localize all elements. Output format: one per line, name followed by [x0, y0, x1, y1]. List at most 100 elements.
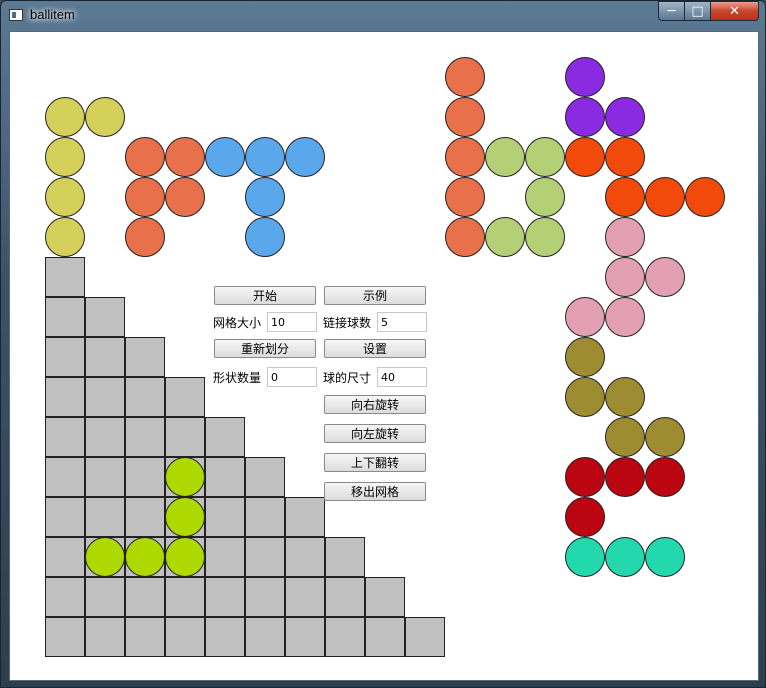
grid-cell[interactable]: [45, 497, 85, 537]
olive-piece-ball[interactable]: [605, 377, 645, 417]
grid-cell[interactable]: [125, 577, 165, 617]
grid-cell[interactable]: [125, 497, 165, 537]
dark-red-piece-ball[interactable]: [565, 497, 605, 537]
light-green-piece-ball[interactable]: [485, 217, 525, 257]
grid-cell[interactable]: [245, 457, 285, 497]
grid-cell[interactable]: [45, 417, 85, 457]
blue-piece-ball[interactable]: [245, 177, 285, 217]
minimize-button[interactable]: ─: [658, 1, 685, 21]
grid-cell[interactable]: [85, 377, 125, 417]
orange-left-piece-ball[interactable]: [165, 137, 205, 177]
olive-piece-ball[interactable]: [565, 377, 605, 417]
repartition-button[interactable]: 重新划分: [214, 339, 316, 358]
grid-cell[interactable]: [365, 577, 405, 617]
example-button[interactable]: 示例: [324, 286, 426, 305]
grid-cell[interactable]: [85, 577, 125, 617]
grid-cell[interactable]: [45, 257, 85, 297]
grid-cell[interactable]: [165, 417, 205, 457]
shape-count-input[interactable]: [267, 367, 317, 387]
grid-cell[interactable]: [285, 497, 325, 537]
settings-button[interactable]: 设置: [324, 339, 426, 358]
grid-cell[interactable]: [285, 537, 325, 577]
olive-piece-ball[interactable]: [645, 417, 685, 457]
pink-piece-ball[interactable]: [605, 217, 645, 257]
maximize-button[interactable]: □: [684, 1, 711, 21]
grid-cell[interactable]: [125, 417, 165, 457]
pink-piece-ball[interactable]: [605, 257, 645, 297]
orange-left-piece-ball[interactable]: [125, 217, 165, 257]
olive-piece-ball[interactable]: [605, 417, 645, 457]
grid-cell[interactable]: [205, 457, 245, 497]
light-green-piece-ball[interactable]: [525, 217, 565, 257]
blue-piece-ball[interactable]: [205, 137, 245, 177]
lime-piece-in-grid-ball[interactable]: [165, 537, 205, 577]
grid-cell[interactable]: [365, 617, 405, 657]
grid-cell[interactable]: [125, 457, 165, 497]
purple-piece-ball[interactable]: [605, 97, 645, 137]
orange-right-piece-ball[interactable]: [445, 57, 485, 97]
flip-vertical-button[interactable]: 上下翻转: [324, 453, 426, 472]
close-button[interactable]: ✕: [710, 1, 759, 21]
grid-cell[interactable]: [85, 457, 125, 497]
blue-piece-ball[interactable]: [285, 137, 325, 177]
red-orange-piece-ball[interactable]: [645, 177, 685, 217]
grid-cell[interactable]: [205, 537, 245, 577]
light-green-piece-ball[interactable]: [525, 177, 565, 217]
yellow-piece-ball[interactable]: [45, 217, 85, 257]
orange-left-piece-ball[interactable]: [165, 177, 205, 217]
canvas-area[interactable]: 开始 示例 网格大小 链接球数 重新划分 设置 形状数量 球的尺寸 向右旋转 向…: [9, 31, 759, 681]
orange-right-piece-ball[interactable]: [445, 137, 485, 177]
link-count-input[interactable]: [377, 312, 427, 332]
blue-piece-ball[interactable]: [245, 217, 285, 257]
orange-left-piece-ball[interactable]: [125, 177, 165, 217]
start-button[interactable]: 开始: [214, 286, 316, 305]
light-green-piece-ball[interactable]: [525, 137, 565, 177]
grid-cell[interactable]: [285, 577, 325, 617]
grid-cell[interactable]: [125, 617, 165, 657]
grid-cell[interactable]: [245, 537, 285, 577]
grid-cell[interactable]: [45, 377, 85, 417]
rotate-right-button[interactable]: 向右旋转: [324, 395, 426, 414]
ball-size-input[interactable]: [377, 367, 427, 387]
grid-cell[interactable]: [45, 297, 85, 337]
remove-from-grid-button[interactable]: 移出网格: [324, 482, 426, 501]
pink-piece-ball[interactable]: [645, 257, 685, 297]
grid-cell[interactable]: [85, 417, 125, 457]
orange-right-piece-ball[interactable]: [445, 177, 485, 217]
grid-cell[interactable]: [45, 537, 85, 577]
title-bar[interactable]: ballitem ─ □ ✕: [1, 1, 765, 29]
red-orange-piece-ball[interactable]: [565, 137, 605, 177]
lime-piece-in-grid-ball[interactable]: [165, 457, 205, 497]
grid-cell[interactable]: [125, 377, 165, 417]
light-green-piece-ball[interactable]: [485, 137, 525, 177]
grid-cell[interactable]: [85, 617, 125, 657]
grid-cell[interactable]: [325, 577, 365, 617]
grid-cell[interactable]: [205, 417, 245, 457]
orange-right-piece-ball[interactable]: [445, 217, 485, 257]
lime-piece-in-grid-ball[interactable]: [85, 537, 125, 577]
grid-cell[interactable]: [85, 337, 125, 377]
grid-cell[interactable]: [85, 297, 125, 337]
grid-cell[interactable]: [205, 577, 245, 617]
yellow-piece-ball[interactable]: [85, 97, 125, 137]
grid-cell[interactable]: [165, 617, 205, 657]
grid-cell[interactable]: [45, 457, 85, 497]
rotate-left-button[interactable]: 向左旋转: [324, 424, 426, 443]
grid-cell[interactable]: [125, 337, 165, 377]
olive-piece-ball[interactable]: [565, 337, 605, 377]
purple-piece-ball[interactable]: [565, 57, 605, 97]
red-orange-piece-ball[interactable]: [685, 177, 725, 217]
pink-piece-ball[interactable]: [565, 297, 605, 337]
yellow-piece-ball[interactable]: [45, 97, 85, 137]
yellow-piece-ball[interactable]: [45, 137, 85, 177]
dark-red-piece-ball[interactable]: [605, 457, 645, 497]
red-orange-piece-ball[interactable]: [605, 177, 645, 217]
grid-cell[interactable]: [45, 577, 85, 617]
teal-piece-ball[interactable]: [565, 537, 605, 577]
grid-cell[interactable]: [205, 497, 245, 537]
grid-cell[interactable]: [405, 617, 445, 657]
grid-cell[interactable]: [165, 577, 205, 617]
grid-size-input[interactable]: [267, 312, 317, 332]
lime-piece-in-grid-ball[interactable]: [165, 497, 205, 537]
red-orange-piece-ball[interactable]: [605, 137, 645, 177]
